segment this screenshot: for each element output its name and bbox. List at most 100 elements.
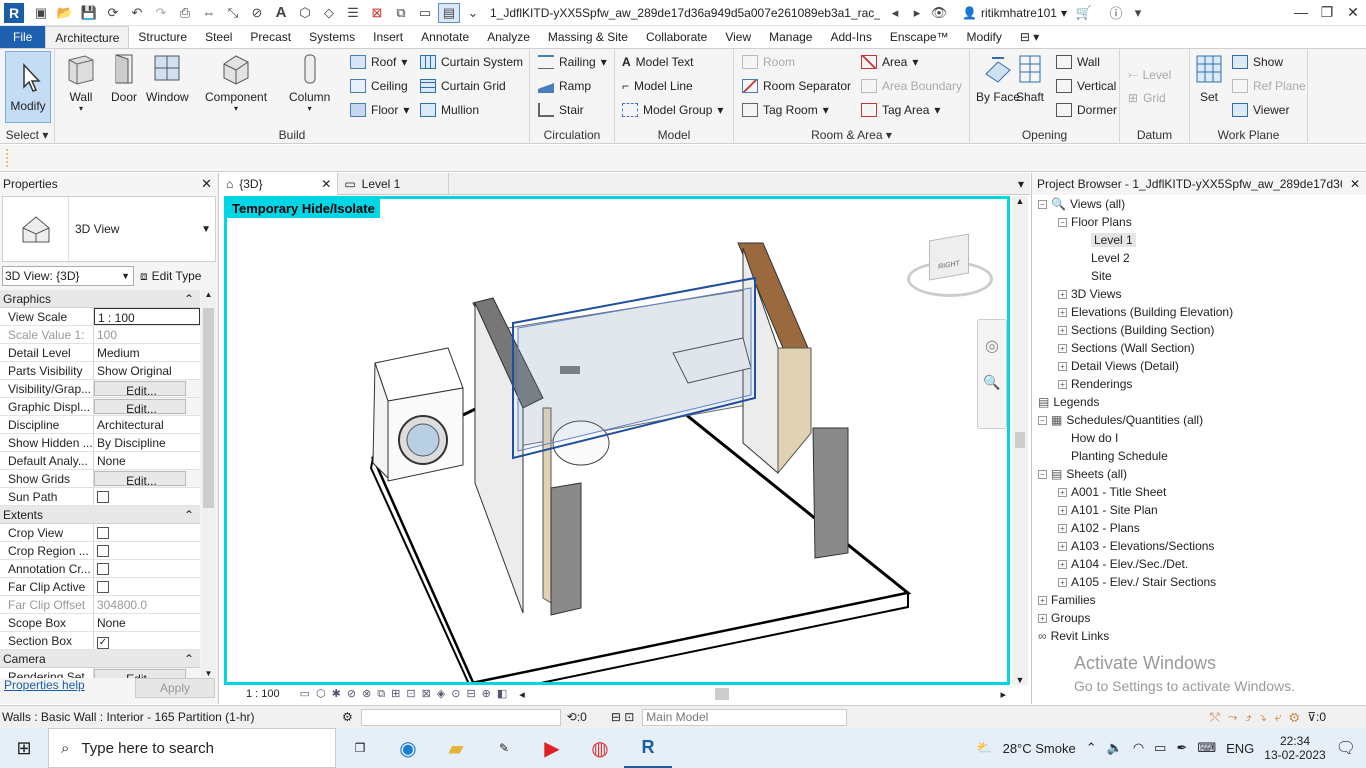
modify-button[interactable]: Modify (5, 51, 51, 123)
tag-icon[interactable]: ⊘ (246, 3, 268, 23)
tree-item[interactable]: + A105 - Elev./ Stair Sections (1058, 575, 1216, 589)
save-icon[interactable]: 💾 (78, 3, 100, 23)
column-button[interactable]: Column ▾ (289, 52, 330, 113)
wall-opening-button[interactable]: Wall (1056, 55, 1100, 69)
tree-item[interactable]: + Renderings (1058, 377, 1132, 391)
tree-item[interactable]: ∞ Revit Links (1038, 629, 1109, 643)
selection-filter-icons[interactable]: ⤲⤳⤴⤵⤶⚙ (1210, 710, 1307, 725)
cart-icon[interactable]: 🛒 (1073, 3, 1095, 23)
close-icon[interactable]: ✕ (321, 177, 331, 191)
revit-logo-icon[interactable]: R (4, 2, 24, 23)
expand-icon[interactable]: + (1058, 523, 1067, 533)
gimp-icon[interactable]: ✎ (480, 728, 528, 768)
scroll-down-icon[interactable]: ▼ (201, 669, 216, 678)
taskbar-search[interactable]: ⌕ Type here to search (48, 728, 336, 768)
expand-icon[interactable]: + (1038, 595, 1047, 605)
canvas-vertical-scrollbar[interactable]: ▲ ▼ (1012, 196, 1028, 685)
checkbox[interactable] (97, 527, 109, 539)
align-icon[interactable]: ⇔ (198, 3, 220, 23)
tab-architecture[interactable]: Architecture (45, 26, 130, 48)
expand-icon[interactable]: + (1058, 577, 1067, 587)
user-account[interactable]: 👤 ritikmhatre101 ▾ (962, 6, 1067, 20)
tree-item[interactable]: + Families (1038, 593, 1096, 607)
clock[interactable]: 22:34 13-02-2023 (1264, 734, 1325, 762)
vertical-opening-button[interactable]: Vertical (1056, 79, 1116, 93)
property-value[interactable]: 304800.0 (94, 596, 200, 613)
3d-view-icon[interactable]: ⬡ (294, 3, 316, 23)
arrow-right-icon[interactable]: ▸ (906, 3, 928, 23)
close-hidden-icon[interactable]: ⊠ (366, 3, 388, 23)
section-graphics[interactable]: Graphics ⌃ (0, 290, 200, 308)
room-area-panel-label[interactable]: Room & Area ▾ (734, 128, 969, 142)
dormer-button[interactable]: Dormer (1056, 103, 1117, 117)
collapse-icon[interactable]: − (1038, 415, 1047, 425)
tab-steel[interactable]: Steel (196, 26, 241, 48)
curtain-grid-button[interactable]: Curtain Grid (420, 79, 506, 93)
floor-button[interactable]: Floor ▾ (350, 103, 409, 117)
open-icon[interactable]: 📂 (54, 3, 76, 23)
view-scale[interactable]: 1 : 100 (246, 688, 280, 700)
3d-view-canvas[interactable]: Temporary Hide/Isolate RIGHT ◎ 🔍 (224, 196, 1010, 685)
checkbox[interactable] (97, 581, 109, 593)
tab-structure[interactable]: Structure (129, 26, 196, 48)
railing-button[interactable]: Railing ▾ (538, 55, 607, 69)
tree-item[interactable]: ▤ Legends (1038, 395, 1099, 409)
view-selector[interactable]: 3D View: {3D} ▼ (2, 266, 134, 286)
expand-icon[interactable]: + (1058, 559, 1067, 569)
section-icon[interactable]: ◇ (318, 3, 340, 23)
checkbox[interactable] (97, 491, 109, 503)
new-icon[interactable]: ▣ (30, 3, 52, 23)
redo-icon[interactable]: ↷ (150, 3, 172, 23)
tree-item[interactable]: + A101 - Site Plan (1058, 503, 1158, 517)
edge-icon[interactable]: ◉ (384, 728, 432, 768)
windows-start-icon[interactable]: ⊞ (0, 728, 48, 768)
level-button[interactable]: ⤚ Level (1128, 67, 1171, 82)
tree-item[interactable]: How do I (1058, 431, 1118, 445)
properties-help-link[interactable]: Properties help (4, 678, 85, 698)
tree-item[interactable]: + Groups (1038, 611, 1090, 625)
door-button[interactable]: Door (108, 52, 140, 104)
area-boundary-button[interactable]: Area Boundary (861, 79, 962, 93)
property-value[interactable]: Medium (94, 344, 200, 361)
mullion-button[interactable]: Mullion (420, 103, 479, 117)
volume-icon[interactable]: 🔈 (1107, 740, 1123, 756)
property-value[interactable]: ✓ (94, 632, 200, 649)
revit-taskbar-icon[interactable]: R (624, 728, 672, 768)
area-button[interactable]: Area ▾ (861, 55, 918, 69)
design-options-icon[interactable]: ⊟ ⊡ (611, 710, 634, 724)
room-separator-button[interactable]: Room Separator (742, 79, 851, 93)
expand-icon[interactable]: + (1038, 613, 1047, 623)
property-value[interactable]: Architectural (94, 416, 200, 433)
measure-icon[interactable]: ⤡ (222, 3, 244, 23)
tree-item[interactable]: +3D Views (1058, 287, 1121, 301)
scroll-up-icon[interactable]: ▲ (1012, 196, 1028, 206)
tab-view[interactable]: View (716, 26, 760, 48)
property-value[interactable] (94, 578, 200, 595)
tab-enscape[interactable]: Enscape™ (881, 26, 958, 48)
tree-item[interactable]: + Sections (Building Section) (1058, 323, 1214, 337)
expand-icon[interactable]: + (1058, 325, 1067, 335)
room-button[interactable]: Room (742, 55, 795, 69)
sync-icon[interactable]: ⟳ (102, 3, 124, 23)
tree-item[interactable]: Site (1078, 269, 1112, 283)
scroll-thumb[interactable] (203, 308, 214, 508)
property-value[interactable]: 1 : 100 (94, 308, 200, 325)
close-icon[interactable]: ✕ (201, 176, 212, 192)
property-value[interactable] (94, 542, 200, 559)
switch-windows-icon[interactable]: ⧉ (390, 3, 412, 23)
model-group-button[interactable]: Model Group ▾ (622, 103, 723, 117)
collapse-icon[interactable]: − (1058, 217, 1067, 227)
expand-icon[interactable]: + (1058, 343, 1067, 353)
tab-file[interactable]: File (0, 26, 46, 48)
section-extents[interactable]: Extents ⌃ (0, 506, 200, 524)
close-icon[interactable]: ✕ (1340, 0, 1366, 24)
tag-room-button[interactable]: Tag Room ▾ (742, 103, 829, 117)
notification-icon[interactable]: 🗨 (1336, 738, 1356, 758)
battery-icon[interactable]: ▭ (1154, 740, 1166, 756)
tree-item[interactable]: + A001 - Title Sheet (1058, 485, 1166, 499)
collapse-icon[interactable]: ⌃ (184, 508, 194, 522)
ceiling-button[interactable]: Ceiling (350, 79, 408, 93)
horizontal-scroll-thumb[interactable] (714, 688, 729, 700)
workset-dropdown[interactable] (360, 708, 561, 726)
property-value[interactable]: Show Original (94, 362, 200, 379)
